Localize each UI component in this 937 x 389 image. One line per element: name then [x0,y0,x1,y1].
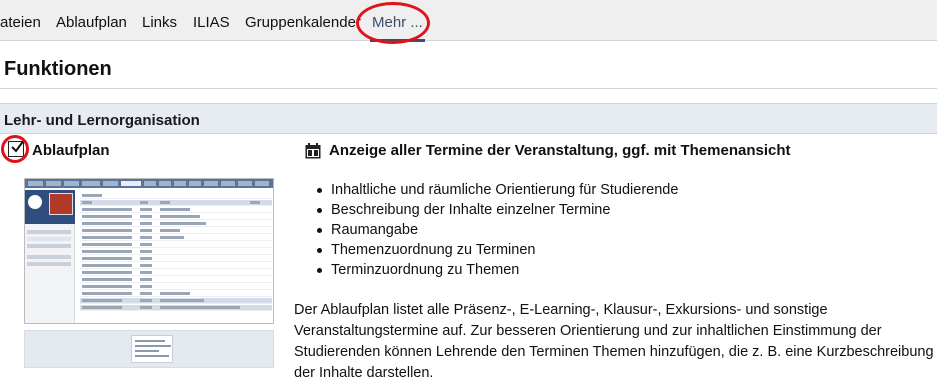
feature-list: Inhaltliche und räumliche Orientierung f… [316,180,679,280]
tab-ilias[interactable]: ILIAS [193,14,230,31]
module-label: Ablaufplan [32,142,110,159]
tab-bar: ateien Ablaufplan Links ILIAS Gruppenkal… [0,0,937,42]
list-item: Terminzuordnung zu Themen [316,260,678,280]
list-item: Themenzuordnung zu Terminen [316,240,678,260]
tab-mehr[interactable]: Mehr ... [370,14,425,42]
list-item: Beschreibung der Inhalte einzelner Termi… [316,200,678,220]
thumbnail-sidebar [25,190,75,323]
tab-links[interactable]: Links [142,14,177,31]
section-header: Lehr- und Lernorganisation [0,103,937,134]
divider [0,88,937,89]
checkmark-icon [11,139,25,153]
list-item: Inhaltliche und räumliche Orientierung f… [316,182,679,198]
tab-gruppenkalender[interactable]: Gruppenkalender [245,14,361,31]
tab-ablaufplan[interactable]: Ablaufplan [56,14,127,31]
logo-icon [28,195,42,209]
screenshot-thumbnail-2[interactable] [24,330,274,368]
ablaufplan-checkbox[interactable] [8,139,25,157]
calendar-icon [305,143,321,159]
list-item: Raumangabe [316,220,678,240]
thumbnail-photo [49,193,73,215]
thumbnail-nav [25,179,273,188]
page-title: Funktionen [4,58,112,80]
module-description-title: Anzeige aller Termine der Veranstaltung,… [329,142,791,159]
tab-dateien[interactable]: ateien [0,14,41,31]
module-description: Der Ablaufplan listet alle Präsenz-, E-L… [294,302,934,381]
section-title: Lehr- und Lernorganisation [4,112,200,129]
screenshot-thumbnail[interactable] [24,178,274,324]
